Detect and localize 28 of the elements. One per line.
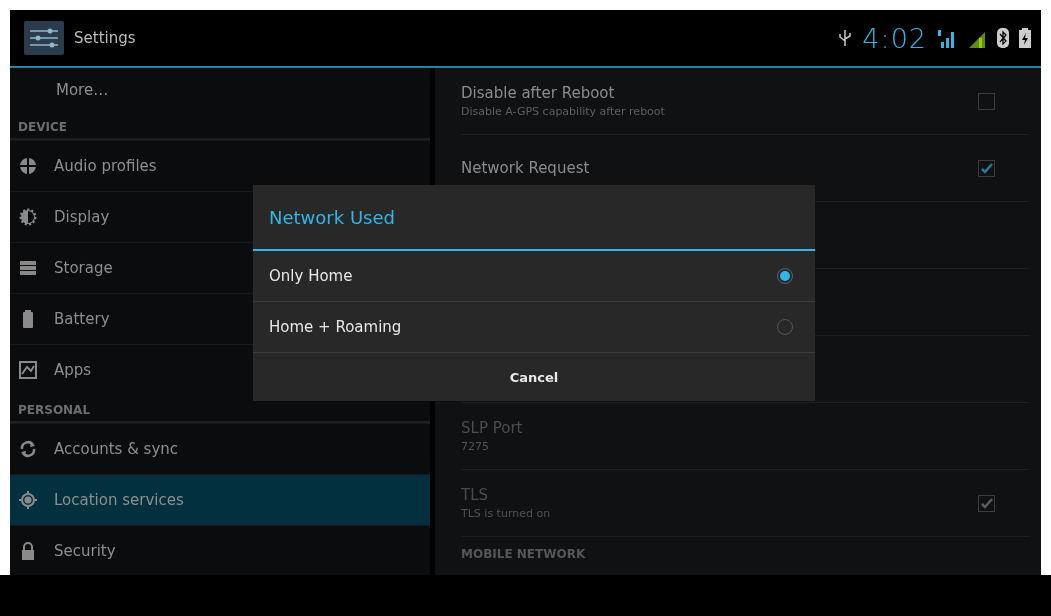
location-icon: [18, 490, 38, 510]
preference-summary: Disable A-GPS capability after reboot: [461, 105, 666, 118]
checkbox[interactable]: [978, 159, 995, 177]
mobile-signal-icon: [937, 28, 957, 48]
brightness-icon: [18, 207, 38, 227]
section-header: DEVICE: [10, 112, 430, 140]
section-header: MOBILE NETWORK: [461, 546, 587, 563]
battery-charging-icon: [1019, 28, 1031, 48]
picture-icon: [18, 360, 38, 380]
sidebar-item[interactable]: Location services: [10, 474, 430, 525]
radio-option[interactable]: Only Home: [253, 251, 815, 302]
bluetooth-icon: [997, 28, 1009, 48]
preference-summary: 7275: [461, 440, 490, 453]
sidebar-item[interactable]: More…: [10, 68, 430, 112]
storage-icon: [18, 258, 38, 278]
quadrant-circle-icon: [18, 156, 38, 176]
sync-icon: [18, 439, 38, 459]
clock-time: 4:02: [862, 22, 927, 54]
dialog-title: Network Used: [253, 185, 815, 251]
app-title: Settings: [74, 29, 137, 47]
preference-title: TLS: [461, 486, 490, 504]
usb-icon: [838, 28, 853, 48]
preference-title: SLP Port: [461, 419, 524, 437]
preference-summary: TLS is turned on: [461, 507, 552, 520]
preference-title: Disable after Reboot: [461, 84, 616, 102]
checkbox[interactable]: [978, 92, 995, 110]
preference-title: Network Request: [461, 159, 591, 177]
settings-sliders-icon[interactable]: [24, 21, 64, 55]
